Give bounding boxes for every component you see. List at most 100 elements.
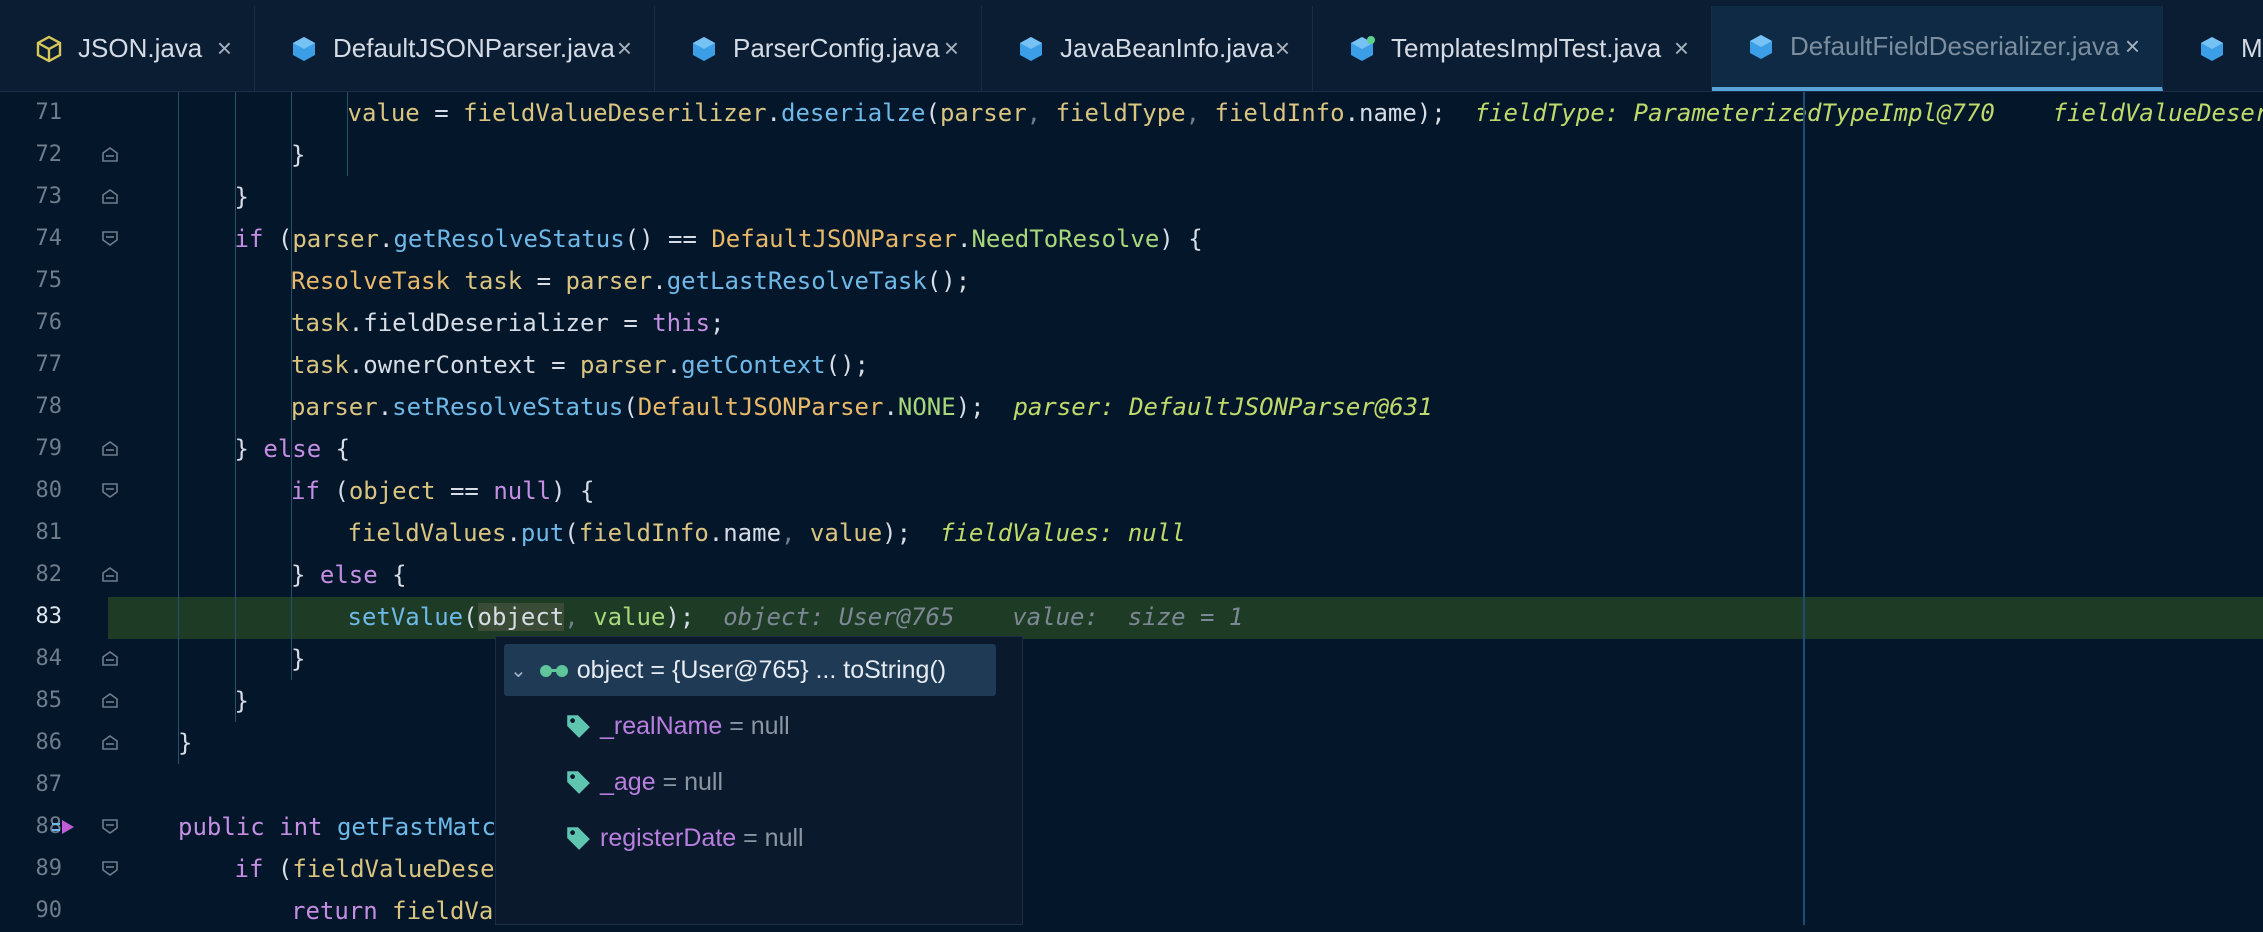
code-token: ); (882, 519, 940, 547)
popup-field-row[interactable]: registerDate = null (504, 812, 996, 864)
code-text: } (235, 176, 249, 218)
line-number[interactable]: 73 (0, 176, 62, 218)
code-token: .name (1345, 99, 1417, 127)
line-number[interactable]: 89 (0, 848, 62, 890)
editor-tab[interactable]: JavaBeanInfo.java× (982, 6, 1313, 91)
code-line[interactable]: 85} (0, 680, 2263, 722)
line-number[interactable]: 85 (0, 680, 62, 722)
line-number[interactable]: 79 (0, 428, 62, 470)
fold-marker-icon[interactable] (100, 187, 120, 207)
inline-debug-value[interactable]: fieldType: ParameterizedTypeImpl@770 (1475, 99, 1995, 127)
code-line[interactable]: 76task.fieldDeserializer = this; (0, 302, 2263, 344)
line-number[interactable]: 86 (0, 722, 62, 764)
close-tab-icon[interactable]: × (617, 33, 632, 64)
fold-marker-icon[interactable] (100, 229, 120, 249)
code-token: } (291, 645, 305, 673)
code-token: == (450, 477, 493, 505)
code-token: fieldValueDeserilizer (463, 99, 766, 127)
inline-debug-value[interactable]: parser: DefaultJSONParser@631 (1013, 393, 1432, 421)
code-token: } (235, 687, 249, 715)
line-number[interactable]: 76 (0, 302, 62, 344)
code-line[interactable]: 80if (object == null) { (0, 470, 2263, 512)
inline-debug-value[interactable]: object: User@765 value: size = 1 (723, 603, 1243, 631)
editor-tab[interactable]: JSON.java× (0, 6, 255, 91)
close-tab-icon[interactable]: × (2125, 31, 2140, 62)
fold-marker-icon[interactable] (100, 649, 120, 669)
code-line[interactable]: 87 (0, 764, 2263, 806)
implementation-marker-icon[interactable] (50, 816, 76, 838)
close-tab-icon[interactable]: × (217, 33, 232, 64)
line-number[interactable]: 75 (0, 260, 62, 302)
popup-field-row[interactable]: _age = null (504, 756, 996, 808)
code-token: fieldValueDese (292, 855, 494, 883)
code-token: parser (292, 225, 379, 253)
fold-marker-icon[interactable] (100, 859, 120, 879)
fold-marker-icon[interactable] (100, 691, 120, 711)
tab-label: DefaultJSONParser.java (333, 33, 615, 64)
code-line[interactable]: 84} (0, 638, 2263, 680)
fold-marker-icon[interactable] (100, 565, 120, 585)
code-line[interactable]: 78parser.setResolveStatus(DefaultJSONPar… (0, 386, 2263, 428)
popup-object-row[interactable]: ⌄ object = {User@765} ... toString() (504, 644, 996, 696)
debug-value-popup[interactable]: ⌄ object = {User@765} ... toString() _re… (495, 636, 1023, 925)
code-text: if (parser.getResolveStatus() == Default… (235, 218, 1203, 260)
code-token: ; (710, 309, 724, 337)
line-number[interactable]: 83 (0, 596, 62, 638)
line-number[interactable]: 74 (0, 218, 62, 260)
line-number[interactable]: 72 (0, 134, 62, 176)
line-number[interactable]: 78 (0, 386, 62, 428)
line-number[interactable]: 81 (0, 512, 62, 554)
code-line[interactable]: 77task.ownerContext = parser.getContext(… (0, 344, 2263, 386)
code-line[interactable]: 71value = fieldValueDeserilizer.deserial… (0, 92, 2263, 134)
right-margin-guide (1803, 92, 1805, 925)
code-token: task (464, 267, 536, 295)
code-line[interactable]: 83setValue(object, value); object: User@… (0, 596, 2263, 638)
close-tab-icon[interactable]: × (944, 33, 959, 64)
line-number[interactable]: 84 (0, 638, 62, 680)
chevron-down-icon[interactable]: ⌄ (510, 658, 527, 683)
code-text: fieldValues.put(fieldInfo.name, value); … (348, 512, 1186, 554)
fold-marker-icon[interactable] (100, 439, 120, 459)
code-line[interactable]: 82 } else { (0, 554, 2263, 596)
inline-debug-value[interactable]: fieldValues: null (940, 519, 1186, 547)
fold-marker-icon[interactable] (100, 145, 120, 165)
code-line[interactable]: 79} else { (0, 428, 2263, 470)
java-class-icon (2197, 34, 2227, 64)
editor-tab[interactable]: DefaultJSONParser.java× (255, 6, 655, 91)
fold-marker-icon[interactable] (100, 817, 120, 837)
code-token: fieldValues (348, 519, 507, 547)
code-line[interactable]: 88public int getFastMatc (0, 806, 2263, 848)
code-line[interactable]: 89 if (fieldValueDese (0, 848, 2263, 890)
watch-glasses-icon (537, 660, 571, 680)
line-number[interactable]: 90 (0, 890, 62, 932)
line-number[interactable]: 87 (0, 764, 62, 806)
code-line[interactable]: 90 return fieldVa (0, 890, 2263, 932)
fold-marker-icon[interactable] (100, 481, 120, 501)
editor-tab[interactable]: Ma (2163, 6, 2263, 91)
code-token: setValue (348, 603, 464, 631)
code-text: return fieldVa (291, 890, 493, 932)
code-line[interactable]: 74 if (parser.getResolveStatus() == Defau… (0, 218, 2263, 260)
code-line[interactable]: 73} (0, 176, 2263, 218)
code-line[interactable]: 86} (0, 722, 2263, 764)
code-token: if (291, 477, 334, 505)
editor-tab[interactable]: TemplatesImplTest.java× (1313, 6, 1712, 91)
line-number[interactable]: 77 (0, 344, 62, 386)
inline-debug-value[interactable]: fieldValueDeserilizer (1995, 99, 2263, 127)
code-editor[interactable]: 71value = fieldValueDeserilizer.deserial… (0, 92, 2263, 925)
code-text: if (fieldValueDese (235, 848, 495, 890)
close-tab-icon[interactable]: × (1674, 33, 1689, 64)
editor-tab[interactable]: ParserConfig.java× (655, 6, 982, 91)
code-line[interactable]: 75ResolveTask task = parser.getLastResol… (0, 260, 2263, 302)
code-line[interactable]: 72} (0, 134, 2263, 176)
code-line[interactable]: 81 fieldValues.put(fieldInfo.name, value)… (0, 512, 2263, 554)
tab-label: JavaBeanInfo.java (1060, 33, 1274, 64)
code-text: } else { (291, 554, 407, 596)
close-tab-icon[interactable]: × (1275, 33, 1290, 64)
popup-field-row[interactable]: _realName = null (504, 700, 996, 752)
editor-tab[interactable]: DefaultFieldDeserializer.java× (1712, 6, 2163, 91)
line-number[interactable]: 80 (0, 470, 62, 512)
fold-marker-icon[interactable] (100, 733, 120, 753)
line-number[interactable]: 71 (0, 92, 62, 134)
line-number[interactable]: 82 (0, 554, 62, 596)
